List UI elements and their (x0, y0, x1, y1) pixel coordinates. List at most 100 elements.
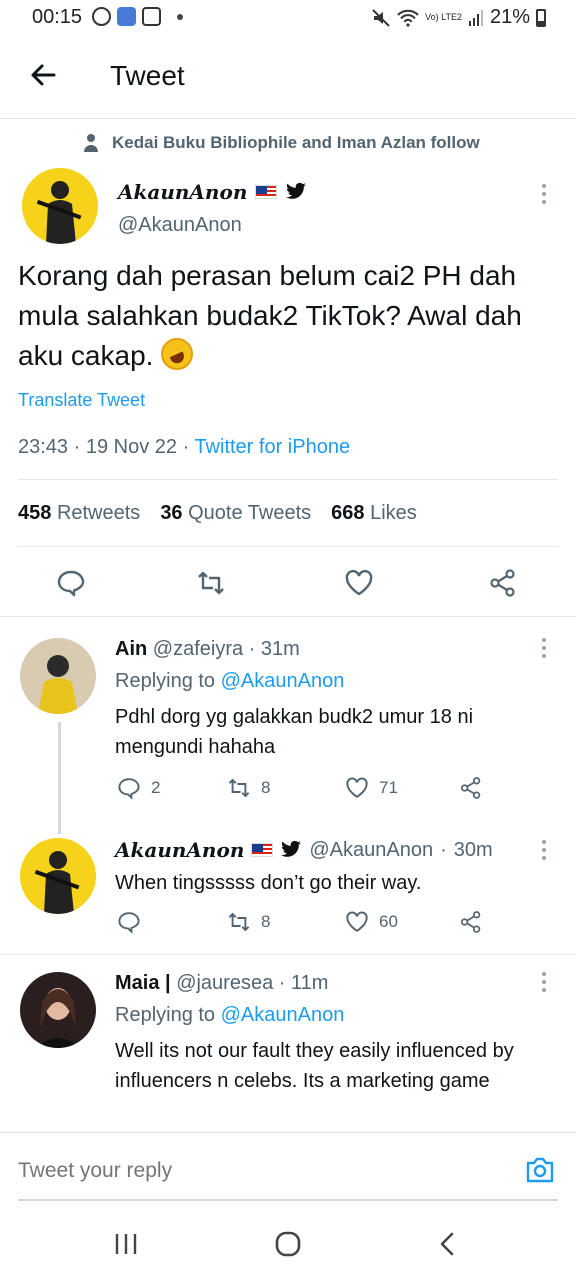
status-bar: 00:15 Vo) LTE2 21% (0, 0, 576, 36)
reply-action-bar: 8 60 (115, 910, 515, 940)
reply-button[interactable] (117, 910, 141, 934)
home-icon[interactable] (272, 1228, 304, 1260)
likes-stat[interactable]: 668 Likes (331, 502, 417, 525)
like-heart-icon[interactable] (344, 568, 374, 598)
more-options-icon[interactable] (542, 972, 548, 992)
malaysia-flag-icon (255, 185, 278, 199)
more-options-icon[interactable] (542, 638, 548, 658)
back-nav-icon[interactable] (432, 1228, 464, 1260)
tweet-text: Korang dah perasan belum cai2 PH dah mul… (18, 256, 563, 376)
retweet-button[interactable]: 8 (227, 776, 270, 800)
camera-icon[interactable] (524, 1155, 556, 1185)
reply-time: 30m (453, 838, 493, 861)
share-button[interactable] (459, 910, 483, 934)
retweet-icon[interactable] (196, 568, 226, 598)
retweets-stat[interactable]: 458 Retweets (18, 502, 140, 525)
status-right: Vo) LTE2 21% (371, 6, 546, 29)
social-context[interactable]: Kedai Buku Bibliophile and Iman Azlan fo… (84, 133, 480, 153)
share-icon[interactable] (488, 568, 518, 598)
signal-icon (468, 9, 483, 26)
likes-count: 668 (331, 502, 365, 524)
share-button[interactable] (459, 776, 483, 800)
retweets-count: 458 (18, 502, 52, 524)
replying-prefix: Replying to (115, 1004, 216, 1026)
quote-tweets-label: Quote Tweets (188, 502, 312, 524)
reply-text: Well its not our fault they easily influ… (115, 1040, 514, 1092)
more-options-icon[interactable] (542, 840, 548, 860)
likes-label: Likes (370, 502, 417, 524)
avatar[interactable] (22, 168, 98, 244)
person-icon (84, 134, 98, 152)
reply-icon (118, 912, 140, 934)
author-display-name: AkaunAnon (118, 180, 248, 204)
status-time: 00:15 (32, 6, 83, 28)
like-button[interactable]: 71 (345, 776, 398, 800)
replying-to-link[interactable]: @AkaunAnon (221, 670, 345, 692)
replying-to: Replying to @AkaunAnon (115, 670, 344, 693)
retweet-count: 8 (261, 912, 271, 931)
reply-icon (118, 778, 140, 800)
quote-tweets-stat[interactable]: 36 Quote Tweets (160, 502, 311, 525)
author-handle: @AkaunAnon (118, 214, 242, 236)
divider (18, 479, 558, 480)
whatsapp-icon (92, 7, 111, 26)
malaysia-flag-icon (251, 843, 274, 857)
top-app-bar: Tweet (0, 40, 576, 114)
person-avatar-art (38, 655, 78, 714)
gunman-avatar-art (36, 181, 82, 244)
tweet-source-link[interactable]: Twitter for iPhone (194, 436, 350, 458)
back-arrow-icon[interactable] (28, 60, 58, 90)
reply-text: When tingsssss don’t go their way. (115, 872, 422, 894)
reply-header[interactable]: Maia | @jauresea · 11m (115, 972, 328, 995)
divider (18, 546, 558, 547)
translate-tweet-link[interactable]: Translate Tweet (18, 390, 145, 411)
like-count: 60 (379, 912, 398, 931)
system-navigation-bar (0, 1204, 576, 1280)
reply-author-name: Maia | (115, 972, 171, 994)
quote-tweets-count: 36 (160, 502, 183, 524)
share-icon (460, 777, 481, 799)
tweet-time: 23:43 (18, 436, 69, 458)
avatar[interactable] (20, 972, 96, 1048)
composer-underline (18, 1199, 558, 1201)
reply-time: 11m (291, 972, 329, 994)
reply-header[interactable]: AkaunAnon @AkaunAnon · 30m (115, 838, 493, 862)
tweet-author[interactable]: AkaunAnon @AkaunAnon (118, 180, 307, 237)
notification-icons (92, 7, 183, 26)
reply-header[interactable]: Ain @zafeiyra · 31m (115, 638, 300, 661)
person-avatar-art (36, 988, 80, 1048)
avatar[interactable] (20, 838, 96, 914)
avatar[interactable] (20, 638, 96, 714)
like-heart-icon (346, 777, 368, 798)
like-button[interactable]: 60 (345, 910, 398, 934)
retweet-button[interactable]: 8 (227, 910, 270, 934)
more-options-icon[interactable] (542, 184, 548, 204)
replying-prefix: Replying to (115, 670, 216, 692)
twitter-bird-icon (281, 841, 302, 857)
replying-to-link[interactable]: @AkaunAnon (221, 1004, 345, 1026)
battery-icon (536, 8, 546, 27)
reply-author-handle: @zafeiyra (152, 638, 244, 660)
reply-composer (0, 1132, 576, 1204)
engagement-stats: 458 Retweets 36 Quote Tweets 668 Likes (18, 502, 417, 525)
like-count: 71 (379, 778, 398, 797)
reply-count: 2 (151, 778, 161, 797)
reply-author-name: AkaunAnon (115, 838, 245, 862)
social-context-text: Kedai Buku Bibliophile and Iman Azlan fo… (112, 133, 480, 152)
mute-icon (372, 8, 390, 27)
reply-button[interactable]: 2 (117, 776, 160, 800)
tweet-action-bar (0, 560, 576, 610)
media-notification-icon (142, 7, 161, 26)
reply-input[interactable] (18, 1159, 289, 1183)
app-notification-icon (117, 7, 136, 26)
twitter-bird-icon (286, 183, 307, 199)
reply-author-handle: @jauresea (176, 972, 274, 994)
network-label: Vo) LTE2 (425, 12, 462, 22)
more-notifications-icon (177, 13, 183, 20)
recent-apps-icon[interactable] (110, 1228, 142, 1260)
tweet-metadata: 23:43 · 19 Nov 22 · Twitter for iPhone (18, 436, 351, 458)
retweet-icon (228, 912, 250, 932)
reply-icon[interactable] (56, 568, 86, 598)
header-divider (0, 118, 576, 119)
battery-percent: 21% (489, 6, 530, 28)
